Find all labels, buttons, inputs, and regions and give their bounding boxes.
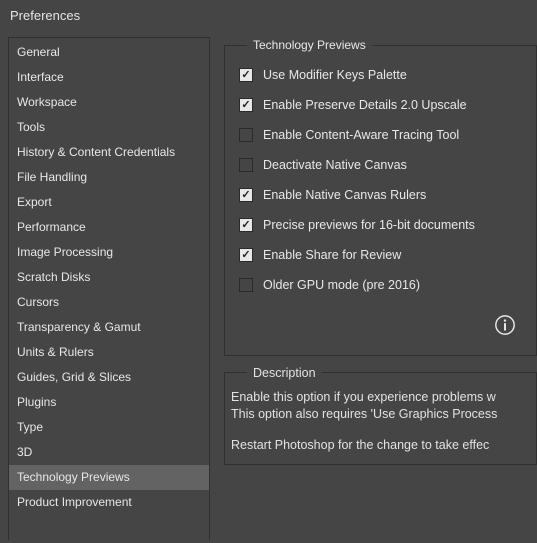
sidebar-item-file-handling[interactable]: File Handling [9,165,209,190]
checkbox-row: ✓ Use Modifier Keys Palette [239,60,536,90]
description-title: Description [247,365,322,382]
checkbox[interactable]: ✓ [239,98,253,112]
checkbox-row: ✓ Enable Native Canvas Rulers [239,180,536,210]
sidebar-item-label: Performance [17,220,86,234]
checkbox[interactable]: ✓ [239,68,253,82]
sidebar-item-product-improvement[interactable]: Product Improvement [9,490,209,515]
sidebar-item-3d[interactable]: 3D [9,440,209,465]
checkbox-label: Enable Preserve Details 2.0 Upscale [263,98,467,112]
checkbox-row: Deactivate Native Canvas [239,150,536,180]
sidebar-item-general[interactable]: General [9,40,209,65]
window-title: Preferences [0,0,537,37]
sidebar-item-label: Workspace [17,95,77,109]
description-line: This option also requires 'Use Graphics … [231,406,536,423]
sidebar-item-type[interactable]: Type [9,415,209,440]
sidebar-item-plugins[interactable]: Plugins [9,390,209,415]
category-sidebar: General Interface Workspace Tools History & … [8,37,210,540]
checkmark-icon: ✓ [241,70,250,81]
checkbox[interactable]: ✓ [239,188,253,202]
checkbox[interactable] [239,278,253,292]
sidebar-item-cursors[interactable]: Cursors [9,290,209,315]
sidebar-item-scratch-disks[interactable]: Scratch Disks [9,265,209,290]
checkbox-label: Enable Share for Review [263,248,401,262]
sidebar-item-workspace[interactable]: Workspace [9,90,209,115]
info-icon[interactable] [494,325,516,339]
checkbox-row: ✓ Precise previews for 16-bit documents [239,210,536,240]
sidebar-item-label: Cursors [17,295,59,309]
info-row [239,300,536,343]
checkmark-icon: ✓ [241,100,250,111]
checkbox-label: Precise previews for 16-bit documents [263,218,475,232]
sidebar-item-label: Transparency & Gamut [17,320,141,334]
checkbox-label: Use Modifier Keys Palette [263,68,407,82]
checkmark-icon: ✓ [241,250,250,261]
checkbox[interactable] [239,158,253,172]
checkbox-row: ✓ Enable Preserve Details 2.0 Upscale [239,90,536,120]
content-area: General Interface Workspace Tools History & … [0,37,537,540]
sidebar-item-label: Guides, Grid & Slices [17,370,131,384]
sidebar-item-guides-grid-slices[interactable]: Guides, Grid & Slices [9,365,209,390]
sidebar-item-export[interactable]: Export [9,190,209,215]
checkbox-row: Enable Content-Aware Tracing Tool [239,120,536,150]
sidebar-item-performance[interactable]: Performance [9,215,209,240]
sidebar-item-label: History & Content Credentials [17,145,175,159]
checkbox-label: Enable Native Canvas Rulers [263,188,426,202]
sidebar-item-history-content-credentials[interactable]: History & Content Credentials [9,140,209,165]
sidebar-item-label: Export [17,195,52,209]
checkbox[interactable] [239,128,253,142]
checkbox-row: ✓ Enable Share for Review [239,240,536,270]
checkbox-row: Older GPU mode (pre 2016) [239,270,536,300]
description-group: Description Enable this option if you ex… [224,372,537,465]
checkbox-label: Enable Content-Aware Tracing Tool [263,128,459,142]
sidebar-item-label: Scratch Disks [17,270,90,284]
checkbox[interactable]: ✓ [239,248,253,262]
checkmark-icon: ✓ [241,190,250,201]
description-line: Restart Photoshop for the change to take… [231,437,536,454]
sidebar-item-label: 3D [17,445,32,459]
sidebar-item-transparency-gamut[interactable]: Transparency & Gamut [9,315,209,340]
sidebar-item-interface[interactable]: Interface [9,65,209,90]
sidebar-item-label: Image Processing [17,245,113,259]
checkbox-label: Deactivate Native Canvas [263,158,407,172]
sidebar-item-label: File Handling [17,170,87,184]
sidebar-item-tools[interactable]: Tools [9,115,209,140]
sidebar-item-label: Interface [17,70,64,84]
checkmark-icon: ✓ [241,220,250,231]
tech-previews-group: Technology Previews ✓Use Modifier Keys P… [224,45,537,356]
sidebar-item-label: Units & Rulers [17,345,94,359]
description-line: Enable this option if you experience pro… [231,389,536,406]
sidebar-item-label: Plugins [17,395,56,409]
sidebar-item-label: Technology Previews [17,470,130,484]
checkbox[interactable]: ✓ [239,218,253,232]
checkbox-label: Older GPU mode (pre 2016) [263,278,420,292]
preferences-window: Preferences General Interface Workspace Too… [0,0,537,543]
sidebar-item-label: General [17,45,60,59]
main-panel: Technology Previews ✓ Use Modifier Keys P… [210,37,537,540]
sidebar-item-label: Product Improvement [17,495,132,509]
group-title: Technology Previews [247,38,372,52]
sidebar-item-units-rulers[interactable]: Units & Rulers [9,340,209,365]
sidebar-item-technology-previews[interactable]: Technology Previews [9,465,209,490]
sidebar-item-label: Tools [17,120,45,134]
sidebar-item-image-processing[interactable]: Image Processing [9,240,209,265]
sidebar-item-label: Type [17,420,43,434]
